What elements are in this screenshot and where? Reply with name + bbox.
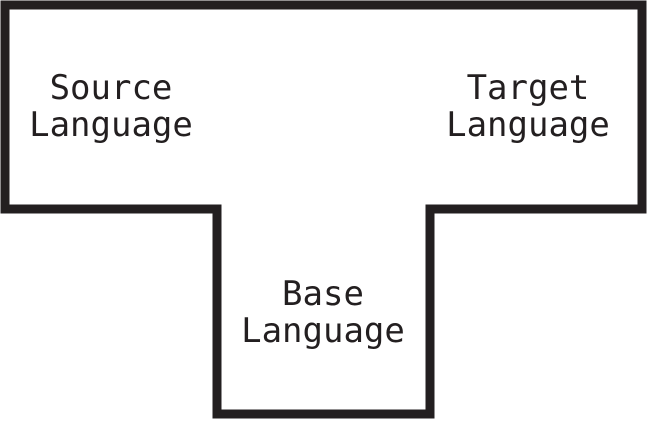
- target-label-line1: Target: [467, 68, 590, 108]
- source-label-line2: Language: [29, 105, 193, 145]
- source-language-label: Source Language: [29, 68, 193, 145]
- target-label-line2: Language: [446, 105, 610, 145]
- target-language-label: Target Language: [446, 68, 610, 145]
- base-label-line1: Base: [282, 274, 364, 314]
- t-diagram: Source Language Target Language Base Lan…: [0, 0, 647, 419]
- t-shape-outline: [0, 0, 647, 419]
- source-label-line1: Source: [50, 68, 173, 108]
- base-label-line2: Language: [241, 311, 405, 351]
